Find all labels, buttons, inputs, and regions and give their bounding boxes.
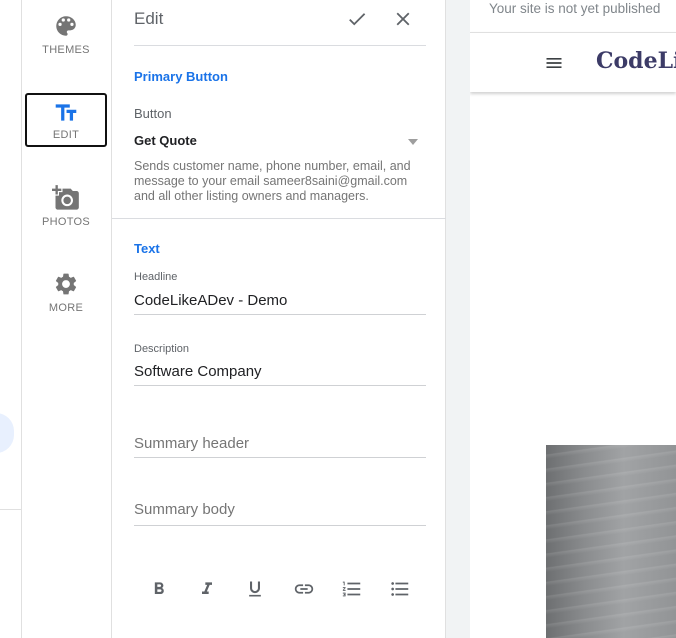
rail-item-themes[interactable]: THEMES	[25, 12, 107, 66]
description-input[interactable]: Software Company	[134, 362, 426, 386]
headline-label: Headline	[134, 271, 178, 283]
button-help-text: Sends customer name, phone number, email…	[134, 159, 411, 203]
numbered-list-icon[interactable]	[339, 576, 365, 602]
summary-header-input[interactable]: Summary header	[134, 434, 426, 458]
palette-icon	[52, 12, 80, 40]
panel-title: Edit	[134, 9, 164, 28]
section-title-primary-button: Primary Button	[134, 69, 228, 84]
rail-item-label: MORE	[48, 302, 84, 314]
section-divider	[112, 218, 446, 219]
site-brand-title[interactable]: CodeLi	[596, 48, 676, 74]
editor-icon-rail: THEMES EDIT PHOTOS MORE	[22, 0, 112, 638]
publish-status-text: Your site is not yet published	[489, 1, 661, 16]
rail-item-label: THEMES	[42, 44, 90, 56]
rail-item-edit[interactable]: EDIT	[25, 93, 107, 147]
site-preview: Your site is not yet published CodeLi	[470, 0, 676, 638]
edit-panel: Edit Primary Button Button Get Quote Sen…	[112, 0, 446, 638]
button-type-select[interactable]: Get Quote	[134, 133, 426, 148]
panel-gutter	[446, 0, 470, 638]
preview-header-bar: CodeLi	[470, 32, 676, 92]
partial-nav-highlight	[0, 413, 14, 453]
hamburger-menu-icon[interactable]	[544, 53, 564, 73]
italic-icon[interactable]	[194, 576, 220, 602]
gear-icon	[52, 270, 80, 298]
bulleted-list-icon[interactable]	[387, 576, 413, 602]
check-icon[interactable]	[346, 8, 368, 30]
close-icon[interactable]	[392, 8, 414, 30]
link-icon[interactable]	[291, 576, 317, 602]
button-field-label: Button	[134, 106, 172, 121]
section-title-text: Text	[134, 241, 160, 256]
hero-photo	[546, 445, 676, 638]
underline-icon[interactable]	[242, 576, 268, 602]
add-photo-icon	[52, 184, 80, 212]
summary-body-input[interactable]: Summary body	[134, 500, 426, 526]
rail-item-label: PHOTOS	[41, 216, 91, 228]
left-panel-edge	[0, 0, 22, 638]
rail-item-photos[interactable]: PHOTOS	[25, 184, 107, 238]
text-format-toolbar	[146, 576, 409, 602]
left-panel-divider	[0, 509, 22, 510]
rail-item-more[interactable]: MORE	[25, 270, 107, 324]
chevron-down-icon[interactable]	[408, 139, 418, 145]
edit-panel-header: Edit	[134, 0, 426, 46]
description-label: Description	[134, 343, 190, 355]
rail-item-label: EDIT	[52, 129, 80, 141]
text-format-icon	[52, 99, 80, 127]
bold-icon[interactable]	[146, 576, 172, 602]
headline-input[interactable]: CodeLikeADev - Demo	[134, 291, 426, 315]
